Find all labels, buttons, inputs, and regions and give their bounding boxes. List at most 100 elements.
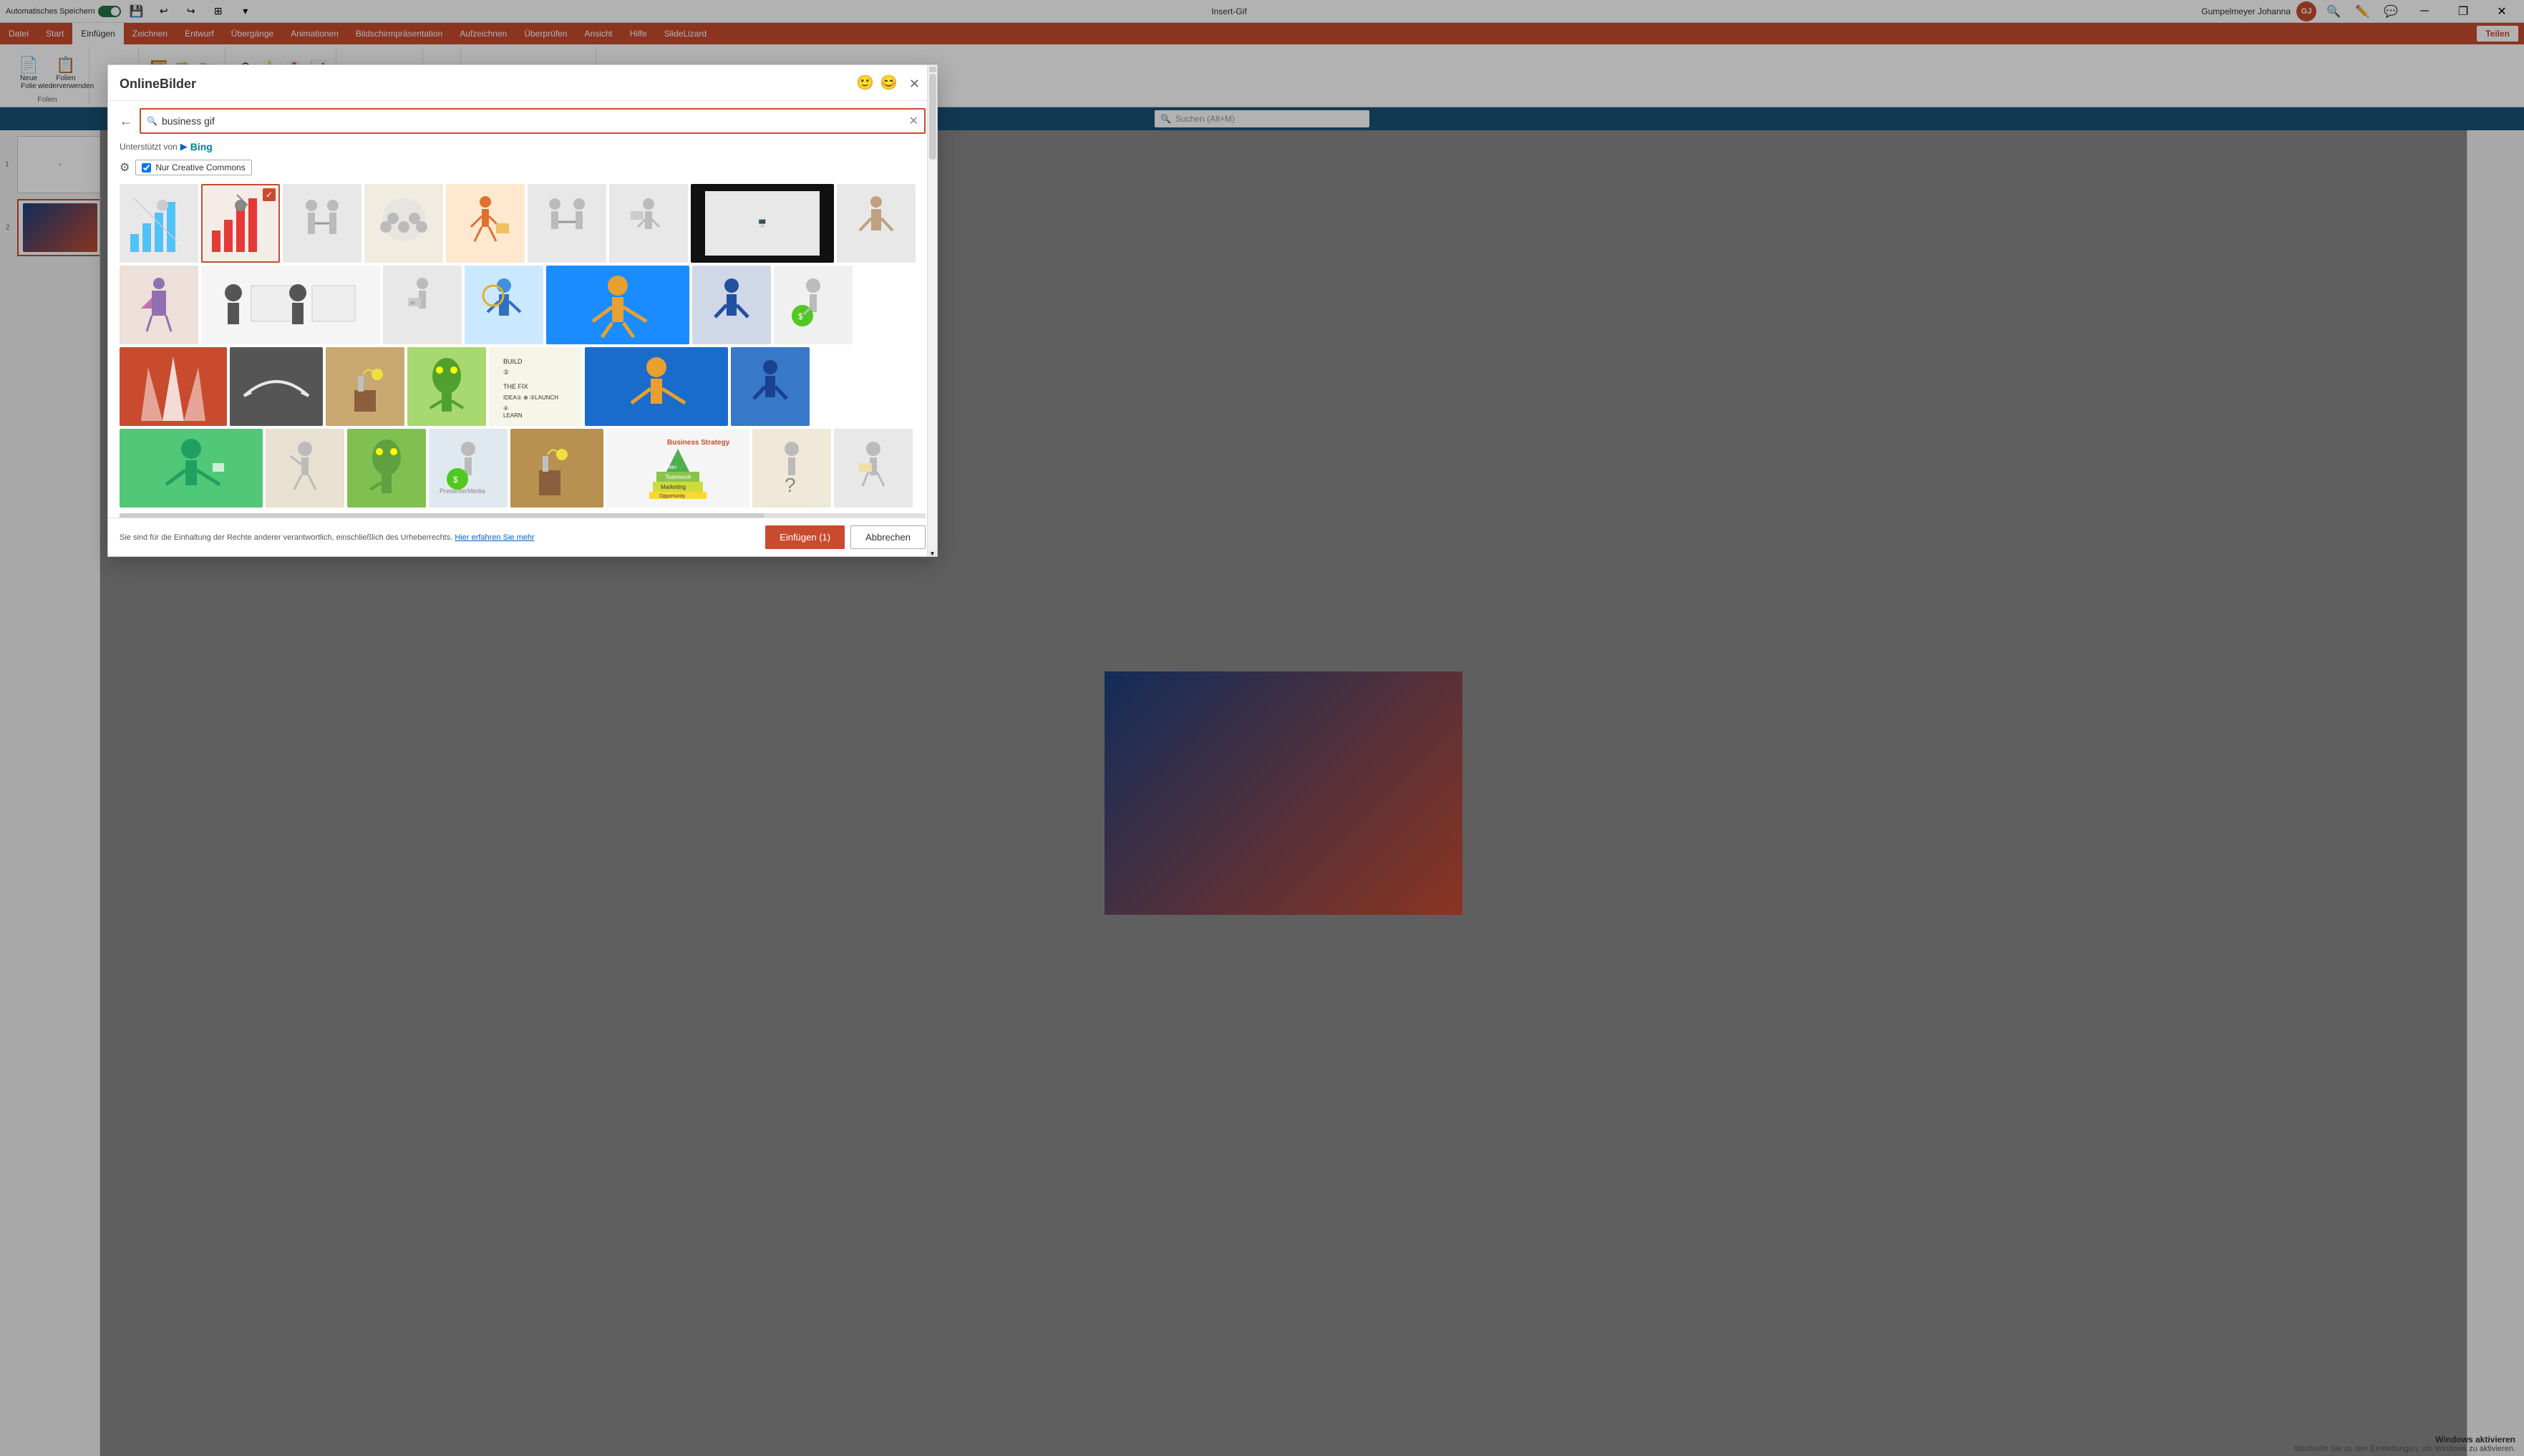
list-item[interactable] [465,266,543,344]
emoji-happy-icon[interactable]: 🙂 [856,74,874,94]
search-lens-icon: 🔍 [147,116,157,126]
list-item[interactable] [837,184,916,263]
list-item[interactable] [347,429,426,508]
bing-row: Unterstützt von ▶ Bing [108,141,937,157]
search-clear-button[interactable]: ✕ [909,114,918,128]
list-item[interactable] [120,184,198,263]
img-content [466,267,542,343]
img-content [529,185,605,261]
list-item[interactable] [230,347,323,426]
list-item[interactable]: ✉ [383,266,462,344]
svg-text:LEARN: LEARN [503,412,523,419]
bing-text: Bing [190,141,213,152]
list-item[interactable]: ✓ [201,184,280,263]
list-item[interactable]: Business Strategy Plan Teamwork Marketin… [606,429,749,508]
img-content [732,349,808,424]
list-item[interactable] [731,347,810,426]
list-item[interactable] [120,347,227,426]
list-item[interactable] [585,347,728,426]
svg-text:✉: ✉ [410,300,415,306]
back-button[interactable]: ← [120,114,132,129]
modal-footer: Sie sind für die Einhaltung der Rechte a… [108,518,937,556]
modal-title: OnlineBilder [120,77,196,92]
img-content: ✉ [384,267,460,343]
cancel-button[interactable]: Abbrechen [850,525,926,549]
img-content [694,267,770,343]
img-content: $ [775,267,851,343]
img-content [611,185,686,261]
list-item[interactable]: 🖥️ [691,184,834,263]
modal-scrollbar[interactable]: ▼ [927,65,937,556]
svg-text:Opportunity: Opportunity [659,494,686,499]
svg-text:$: $ [798,311,803,321]
legal-text: Sie sind für die Einhaltung der Rechte a… [120,533,452,542]
img-content [409,349,485,424]
list-item[interactable] [201,266,380,344]
svg-text:②: ② [503,369,509,376]
list-item[interactable] [283,184,361,263]
cc-checkbox-label: Nur Creative Commons [155,162,245,173]
list-item[interactable] [510,429,603,508]
img-content [267,430,343,506]
list-item[interactable] [446,184,525,263]
img-content [327,349,403,424]
img-content [121,185,197,261]
search-input[interactable] [162,115,909,127]
svg-text:Teamwork: Teamwork [665,474,691,480]
svg-text:BUILD: BUILD [503,358,523,365]
learn-more-link[interactable]: Hier erfahren Sie mehr [455,533,534,542]
list-item[interactable]: ? [752,429,831,508]
list-item[interactable]: BUILD ② THE FIX IDEA① ⊕ ③LAUNCH ④LEARN [489,347,582,426]
modal-header: OnlineBilder 🙂 😊 ✕ [108,65,937,101]
modal-close-button[interactable]: ✕ [903,74,926,94]
cc-checkbox-input[interactable] [142,163,151,173]
modal-header-icons: 🙂 😊 ✕ [856,74,926,94]
svg-text:?: ? [785,474,796,496]
list-item[interactable] [407,347,486,426]
svg-text:Plan: Plan [665,464,676,470]
list-item[interactable] [692,266,771,344]
svg-text:$: $ [453,475,458,485]
svg-text:IDEA① ⊕ ③LAUNCH: IDEA① ⊕ ③LAUNCH [503,394,558,401]
powered-by-label: Unterstützt von [120,142,178,152]
list-item[interactable] [364,184,443,263]
list-item[interactable]: $ [774,266,853,344]
img-content [349,430,424,506]
emoji-icon[interactable]: 😊 [880,74,898,94]
modal-overlay: OnlineBilder 🙂 😊 ✕ ← 🔍 ✕ Unterstützt von… [0,0,2524,1456]
list-item[interactable] [120,266,198,344]
search-input-wrap[interactable]: 🔍 ✕ [140,108,926,134]
list-item[interactable] [546,266,689,344]
filter-icon[interactable]: ⚙ [120,160,130,175]
footer-buttons: Einfügen (1) Abbrechen [765,525,926,549]
img-content [366,185,442,261]
svg-text:Marketing: Marketing [661,484,686,490]
insert-button[interactable]: Einfügen (1) [765,525,845,549]
list-item[interactable] [609,184,688,263]
svg-text:④: ④ [503,405,508,412]
scrollbar-thumb[interactable] [929,74,936,160]
img-content [447,185,523,261]
creative-commons-checkbox[interactable]: Nur Creative Commons [135,160,251,175]
list-item[interactable] [834,429,913,508]
img-content [838,185,914,261]
footer-legal: Sie sind für die Einhaltung der Rechte a… [120,533,535,542]
image-grid: ✓ [108,181,937,513]
img-content: ? [754,430,830,506]
list-item[interactable] [326,347,404,426]
img-content [121,267,197,343]
list-item[interactable] [528,184,606,263]
img-content: $ PresenterMedia [430,430,506,506]
online-bilder-modal: OnlineBilder 🙂 😊 ✕ ← 🔍 ✕ Unterstützt von… [107,64,938,557]
selected-check: ✓ [263,188,276,201]
filter-row: ⚙ Nur Creative Commons [108,157,937,181]
list-item[interactable] [266,429,344,508]
list-item[interactable]: $ PresenterMedia [429,429,508,508]
svg-text:THE FIX: THE FIX [503,383,528,390]
bing-logo-icon: ▶ [180,141,188,152]
svg-text:PresenterMedia: PresenterMedia [440,487,485,495]
svg-text:Business Strategy: Business Strategy [667,439,730,447]
img-content [835,430,911,506]
list-item[interactable] [120,429,263,508]
img-content [284,185,360,261]
